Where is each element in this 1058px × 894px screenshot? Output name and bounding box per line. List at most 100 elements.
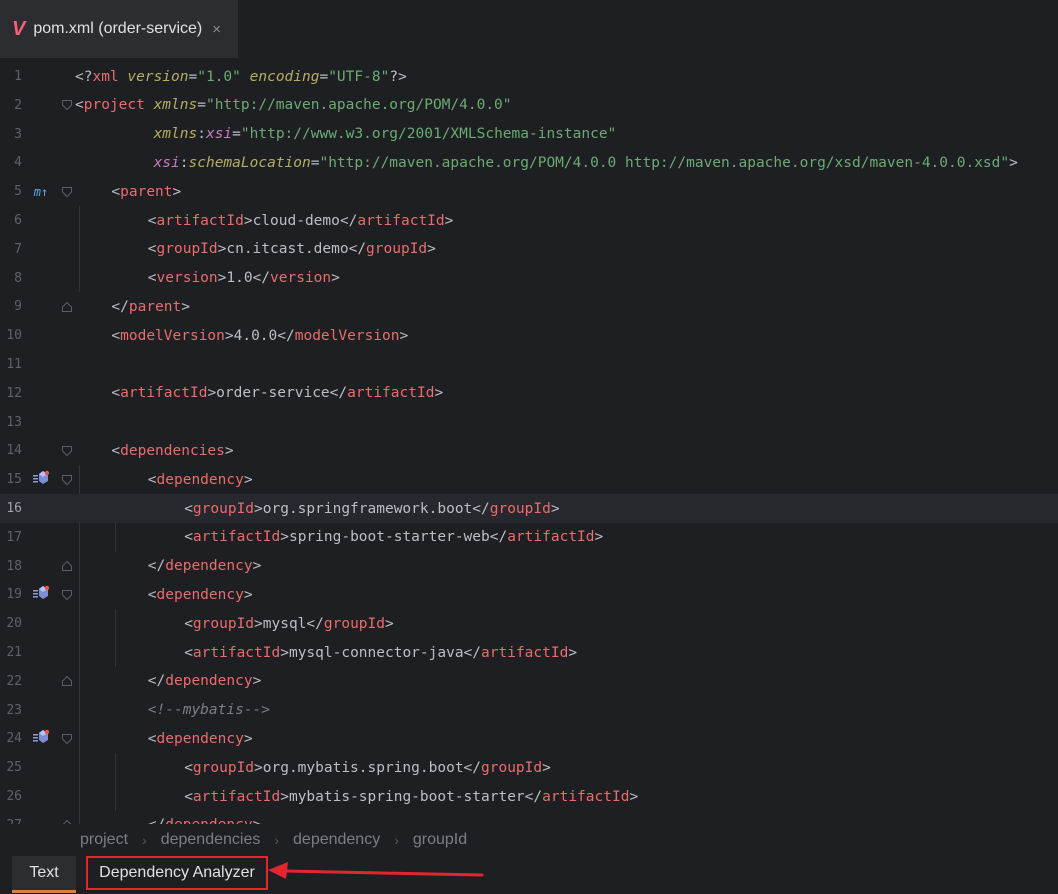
breadcrumb-item[interactable]: dependency [293,831,380,849]
parent-pom-icon[interactable]: m↑ [30,185,52,199]
code-line[interactable]: 22 </dependency> [0,667,1058,696]
code-line[interactable]: 17 <artifactId>spring-boot-starter-web</a… [0,523,1058,552]
code-text: </parent> [111,298,190,315]
code-text: <!--mybatis--> [147,702,271,719]
annotation-arrow [268,862,484,879]
line-number: 14 [6,443,22,459]
code-line[interactable]: 12 <artifactId>order-service</artifactId> [0,379,1058,408]
line-number: 13 [6,414,22,430]
code-text: <dependency> [147,586,253,603]
fold-close-icon[interactable] [61,301,73,313]
code-editor[interactable]: 1 <?xml version="1.0" encoding="UTF-8"?> 2… [0,58,1058,824]
code-line[interactable]: 20 <groupId>mysql</groupId> [0,609,1058,638]
line-number: 17 [6,529,22,545]
code-text: <artifactId>spring-boot-starter-web</art… [184,529,604,546]
line-number: 10 [6,328,22,344]
code-line[interactable]: 7 <groupId>cn.itcast.demo</groupId> [0,235,1058,264]
code-text: <project xmlns="http://maven.apache.org/… [75,97,512,114]
code-line[interactable]: 8 <version>1.0</version> [0,264,1058,293]
line-number: 20 [6,616,22,632]
code-line[interactable]: 15 <dependency> [0,465,1058,494]
fold-close-icon[interactable] [61,675,73,687]
breadcrumb-separator-icon: › [142,832,147,848]
line-number: 26 [6,789,22,804]
breadcrumb-item[interactable]: dependencies [161,831,261,849]
code-text: <dependency> [147,471,253,488]
code-text: <parent> [111,183,182,200]
code-line[interactable]: 10 <modelVersion>4.0.0</modelVersion> [0,321,1058,350]
tab-dependency-analyzer[interactable]: Dependency Analyzer [86,856,268,890]
fold-open-icon[interactable] [61,733,73,745]
line-number: 21 [6,645,22,660]
line-number: 5 [14,184,22,200]
breadcrumb-separator-icon: › [274,832,280,848]
code-line[interactable]: 5 m↑ <parent> [0,177,1058,206]
code-line[interactable]: 21 <artifactId>mysql-connector-java</arti… [0,638,1058,667]
code-text: </dependency> [147,673,262,690]
tab-text[interactable]: Text [12,856,76,893]
line-number: 19 [6,587,22,603]
maven-dependency-icon[interactable] [30,585,52,604]
line-number: 15 [6,472,22,488]
maven-dependency-icon[interactable] [30,470,52,489]
code-line[interactable]: 18 </dependency> [0,552,1058,581]
fold-open-icon[interactable] [61,589,73,601]
line-number: 18 [6,558,22,574]
code-text: <version>1.0</version> [147,270,340,287]
close-icon[interactable]: × [212,21,221,38]
code-line[interactable]: 4 xsi:schemaLocation="http://maven.apach… [0,148,1058,177]
code-line[interactable]: 25 <groupId>org.mybatis.spring.boot</grou… [0,753,1058,782]
code-line[interactable]: 6 <artifactId>cloud-demo</artifactId> [0,206,1058,235]
breadcrumb: project › dependencies › dependency › groupId [0,824,1058,856]
code-text: <?xml version="1.0" encoding="UTF-8"?> [75,68,407,85]
code-line[interactable]: 2 <project xmlns="http://maven.apache.org… [0,91,1058,120]
fold-close-icon[interactable] [61,560,73,572]
code-text: <modelVersion>4.0.0</modelVersion> [111,327,409,344]
breadcrumb-separator-icon: › [394,832,399,848]
code-line[interactable]: 1 <?xml version="1.0" encoding="UTF-8"?> [0,62,1058,91]
code-line[interactable]: 9 </parent> [0,292,1058,321]
line-number: 22 [6,673,22,689]
line-number: 9 [14,299,22,315]
line-number: 1 [14,69,22,84]
code-text: </dependency> [147,558,262,575]
fold-open-icon[interactable] [61,186,73,198]
maven-dependency-icon[interactable] [30,729,52,748]
code-text: xsi:schemaLocation="http://maven.apache.… [153,154,1018,171]
line-number: 3 [14,126,22,142]
bottom-tab-bar: Text Dependency Analyzer [0,856,1058,894]
tab-title: pom.xml (order-service) [33,20,203,37]
code-line[interactable]: 19 <dependency> [0,580,1058,609]
code-line[interactable]: 23 <!--mybatis--> [0,696,1058,725]
code-line[interactable]: 24 <dependency> [0,724,1058,753]
code-text: <dependency> [147,730,253,747]
code-line[interactable]: 11 [0,350,1058,379]
line-number: 8 [14,270,22,286]
line-number: 12 [6,385,22,401]
code-line[interactable]: 13 [0,408,1058,437]
line-number: 23 [6,702,22,718]
line-number: 11 [6,357,22,372]
code-line[interactable]: 27</dependency> [0,811,1058,824]
line-number: 25 [6,760,22,776]
line-number: 6 [14,213,22,228]
code-text: <groupId>cn.itcast.demo</groupId> [147,241,436,258]
breadcrumb-item[interactable]: groupId [413,831,467,849]
code-line[interactable]: 26 <artifactId>mybatis-spring-boot-starte… [0,782,1058,811]
fold-open-icon[interactable] [61,445,73,457]
code-text: xmlns:xsi="http://www.w3.org/2001/XMLSch… [153,126,617,143]
fold-open-icon[interactable] [61,474,73,486]
breadcrumb-item[interactable]: project [80,831,128,849]
code-text: <groupId>org.springframework.boot</group… [184,500,560,517]
code-text: <artifactId>order-service</artifactId> [111,385,444,402]
line-number: 24 [6,731,22,747]
fold-open-icon[interactable] [61,99,73,111]
tab-pom-xml[interactable]: V pom.xml (order-service) × [0,0,238,58]
code-line[interactable]: 3 xmlns:xsi="http://www.w3.org/2001/XMLS… [0,120,1058,149]
line-number: 16 [6,501,22,516]
code-line[interactable]: 14 <dependencies> [0,436,1058,465]
line-number: 2 [14,97,22,113]
line-number: 4 [14,155,22,171]
code-line[interactable]: 16 <groupId>org.springframework.boot</gro… [0,494,1058,523]
code-text: <artifactId>mybatis-spring-boot-starter<… [184,788,639,805]
